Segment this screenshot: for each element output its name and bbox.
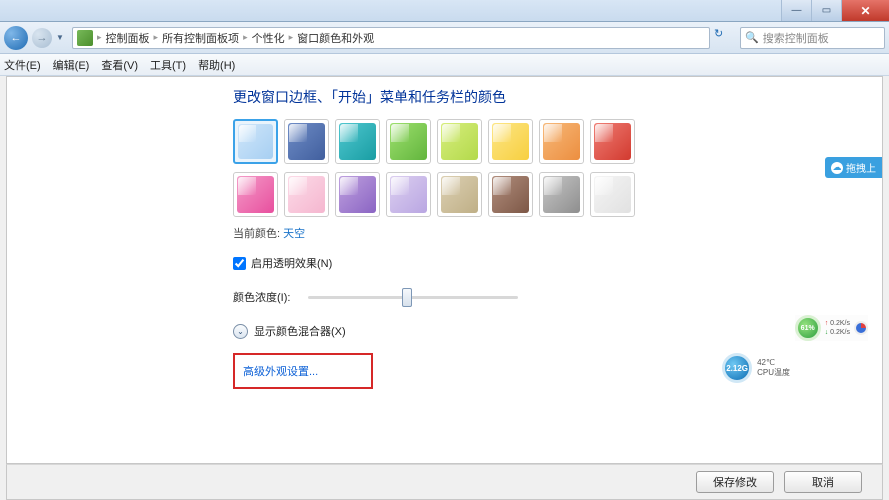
minimize-button[interactable]: — (781, 0, 811, 21)
address-bar: ← → ▼ ▸ 控制面板 ▸ 所有控制面板项 ▸ 个性化 ▸ 窗口颜色和外观 ↻… (0, 22, 889, 54)
net-pie-icon (854, 321, 868, 335)
color-mixer-toggle[interactable]: ⌄ 显示颜色混合器(X) (233, 323, 882, 339)
current-color-label: 当前颜色: 天空 (233, 225, 882, 241)
color-swatch-sea[interactable] (335, 119, 380, 164)
network-speed-widget[interactable]: 61% ↑ 0.2K/s ↓ 0.2K/s (795, 315, 868, 341)
color-swatch-sun[interactable] (488, 119, 533, 164)
nav-history-dropdown[interactable]: ▼ (56, 33, 68, 42)
arrow-up-icon: ↑ (825, 320, 829, 327)
cloud-icon: ☁ (831, 162, 843, 174)
color-swatch-lavender[interactable] (386, 172, 431, 217)
arrow-down-icon: ↓ (825, 329, 829, 336)
intensity-row: 颜色浓度(I): (233, 289, 882, 305)
advanced-appearance-link[interactable]: 高级外观设置... (243, 363, 318, 379)
search-placeholder: 搜索控制面板 (763, 30, 829, 46)
color-swatch-taupe[interactable] (437, 172, 482, 217)
color-swatch-row-2 (233, 172, 882, 217)
refresh-button[interactable]: ↻ (714, 27, 736, 49)
page-title: 更改窗口边框、「开始」菜单和任务栏的颜色 (233, 87, 882, 107)
close-button[interactable]: ✕ (841, 0, 889, 21)
refresh-icon: ↻ (714, 28, 723, 40)
forward-button[interactable]: → (32, 28, 52, 48)
color-swatch-sky[interactable] (233, 119, 278, 164)
intensity-slider[interactable] (308, 296, 518, 299)
slider-thumb[interactable] (402, 288, 412, 307)
transparency-checkbox[interactable]: 启用透明效果(N) (233, 255, 882, 271)
breadcrumb-item[interactable]: 个性化 (252, 30, 285, 46)
color-swatch-chocolate[interactable] (488, 172, 533, 217)
breadcrumb-item[interactable]: 窗口颜色和外观 (297, 30, 374, 46)
side-badge[interactable]: ☁ 拖拽上 (825, 157, 882, 178)
color-swatch-pumpkin[interactable] (539, 119, 584, 164)
breadcrumb-item[interactable]: 所有控制面板项 (162, 30, 239, 46)
menu-tools[interactable]: 工具(T) (150, 57, 186, 73)
color-swatch-frost[interactable] (590, 172, 635, 217)
color-swatch-row-1 (233, 119, 882, 164)
button-bar: 保存修改 取消 (6, 464, 883, 500)
search-icon: 🔍 (745, 31, 759, 44)
intensity-label: 颜色浓度(I): (233, 289, 290, 305)
cancel-button[interactable]: 取消 (784, 471, 862, 493)
menu-view[interactable]: 查看(V) (101, 57, 138, 73)
back-button[interactable]: ← (4, 26, 28, 50)
arrow-right-icon: → (37, 32, 48, 44)
cpu-gauge-icon: 2.12G (722, 353, 752, 383)
chevron-down-icon: ⌄ (233, 324, 248, 339)
window-titlebar: — ▭ ✕ (0, 0, 889, 22)
transparency-checkbox-input[interactable] (233, 257, 246, 270)
color-swatch-lime[interactable] (437, 119, 482, 164)
save-button[interactable]: 保存修改 (696, 471, 774, 493)
menu-bar: 文件(E) 编辑(E) 查看(V) 工具(T) 帮助(H) (0, 54, 889, 76)
advanced-link-highlight: 高级外观设置... (233, 353, 373, 389)
menu-edit[interactable]: 编辑(E) (53, 57, 90, 73)
chevron-down-icon: ▼ (56, 33, 64, 42)
menu-file[interactable]: 文件(E) (4, 57, 41, 73)
color-swatch-fuchsia[interactable] (233, 172, 278, 217)
arrow-left-icon: ← (11, 32, 22, 44)
color-swatch-twilight[interactable] (284, 119, 329, 164)
control-panel-icon (77, 30, 93, 46)
search-input[interactable]: 🔍 搜索控制面板 (740, 27, 885, 49)
color-swatch-ruby[interactable] (590, 119, 635, 164)
content-pane: 更改窗口边框、「开始」菜单和任务栏的颜色 当前颜色: 天空 启用透明效果(N) … (6, 76, 883, 464)
maximize-button[interactable]: ▭ (811, 0, 841, 21)
breadcrumb[interactable]: ▸ 控制面板 ▸ 所有控制面板项 ▸ 个性化 ▸ 窗口颜色和外观 (72, 27, 710, 49)
color-swatch-violet[interactable] (335, 172, 380, 217)
breadcrumb-item[interactable]: 控制面板 (106, 30, 150, 46)
color-swatch-blush[interactable] (284, 172, 329, 217)
net-gauge-icon: 61% (795, 315, 821, 341)
color-swatch-slate[interactable] (539, 172, 584, 217)
cpu-temp-widget[interactable]: 2.12G 42℃ CPU温度 (722, 353, 790, 383)
menu-help[interactable]: 帮助(H) (198, 57, 235, 73)
color-swatch-leaf[interactable] (386, 119, 431, 164)
current-color-value: 天空 (283, 228, 305, 240)
